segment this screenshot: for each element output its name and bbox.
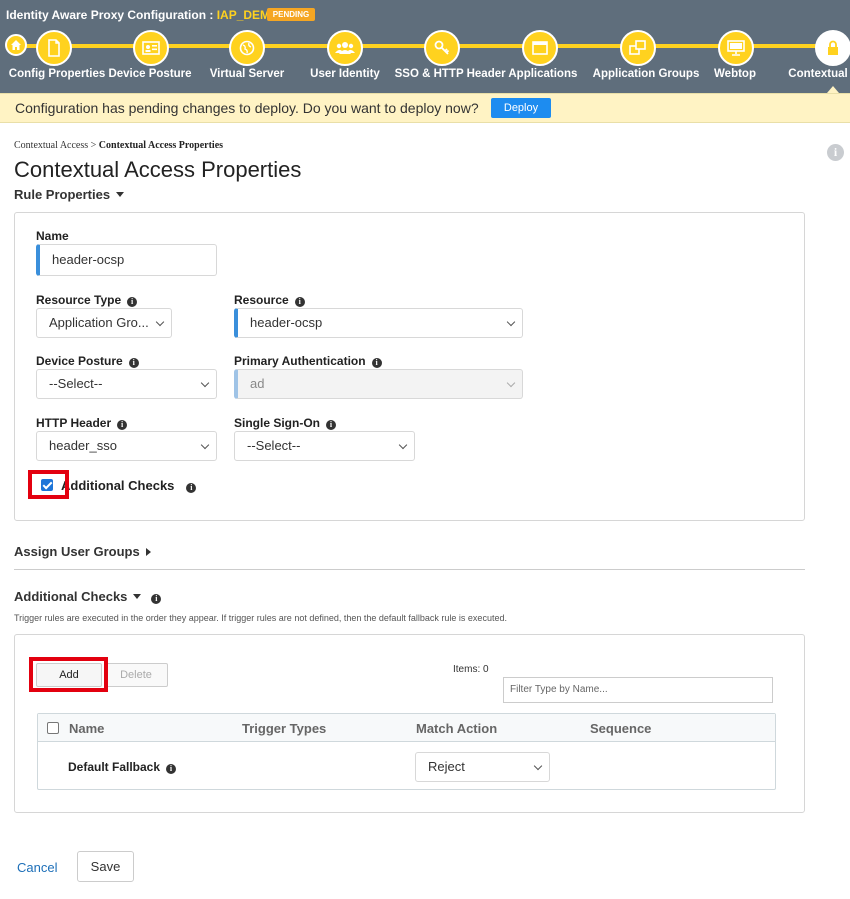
step-device-posture-icon[interactable] (133, 30, 169, 66)
info-icon: i (117, 420, 128, 430)
chevron-down-icon (200, 440, 210, 450)
additional-checks-description: Trigger rules are executed in the order … (14, 613, 507, 623)
info-icon: i (166, 764, 177, 774)
caret-down-icon (133, 594, 142, 599)
divider (14, 569, 805, 570)
chevron-down-icon (533, 761, 543, 771)
step-application-groups-icon[interactable] (522, 30, 558, 66)
name-label: Name (36, 229, 69, 243)
additional-checks-label: Additional Checks i (61, 478, 197, 493)
info-icon: i (151, 594, 162, 604)
primary-authentication-select: ad (234, 369, 523, 399)
chevron-down-icon (155, 317, 165, 327)
http-header-select[interactable]: header_sso (36, 431, 217, 461)
info-icon: i (128, 358, 139, 368)
match-action-select[interactable]: Reject (415, 752, 550, 782)
step-contextual[interactable]: Contextual (788, 68, 847, 80)
chevron-down-icon (398, 440, 408, 450)
triggers-table: Name Trigger Types Match Action Sequence… (37, 713, 776, 790)
cancel-link[interactable]: Cancel (17, 860, 57, 875)
info-icon: i (186, 483, 197, 493)
info-icon: i (294, 297, 305, 307)
chevron-down-icon (506, 317, 516, 327)
step-current-lock-icon[interactable] (815, 30, 850, 66)
step-webtop-icon[interactable] (620, 30, 656, 66)
http-header-label: HTTP Header i (36, 416, 128, 430)
caret-right-icon (145, 548, 151, 556)
table-header: Name Trigger Types Match Action Sequence (38, 714, 775, 742)
wizard-title: Identity Aware Proxy Configuration : IAP… (6, 8, 280, 22)
step-webtop[interactable]: Webtop (714, 68, 756, 80)
delete-button[interactable]: Delete (104, 663, 168, 687)
step-device-posture[interactable]: Device Posture (108, 68, 191, 80)
select-all-checkbox[interactable] (47, 722, 59, 734)
save-button[interactable]: Save (77, 851, 134, 882)
page-title: Contextual Access Properties (14, 157, 302, 182)
filter-input[interactable]: Filter Type by Name... (503, 677, 773, 703)
highlight-box (28, 470, 69, 499)
step-config-properties-icon[interactable] (36, 30, 72, 66)
device-posture-label: Device Posture i (36, 354, 139, 368)
home-icon[interactable] (5, 34, 27, 56)
single-sign-on-select[interactable]: --Select-- (234, 431, 415, 461)
additional-checks-toggle[interactable]: Additional Checks i (14, 589, 162, 604)
info-icon: i (326, 420, 336, 430)
assign-user-groups-toggle[interactable]: Assign User Groups (14, 544, 151, 559)
resource-type-select[interactable]: Application Gro... (36, 308, 172, 338)
caret-down-icon (116, 192, 125, 197)
resource-type-label: Resource Type i (36, 293, 138, 307)
column-match-action[interactable]: Match Action (416, 721, 497, 736)
deploy-button[interactable]: Deploy (491, 98, 551, 118)
resource-select[interactable]: header-ocsp (234, 308, 523, 338)
wizard-header: Identity Aware Proxy Configuration : IAP… (0, 0, 850, 93)
step-virtual-server-icon[interactable] (229, 30, 265, 66)
step-application-groups[interactable]: Application Groups (593, 68, 700, 80)
step-sso-http-icon[interactable] (424, 30, 460, 66)
resource-label: Resource i (234, 293, 305, 307)
column-sequence[interactable]: Sequence (590, 721, 651, 736)
step-user-identity[interactable]: User Identity (310, 68, 380, 80)
primary-authentication-label: Primary Authentication i (234, 354, 382, 368)
rule-properties-toggle[interactable]: Rule Properties (14, 187, 125, 202)
name-input[interactable]: header-ocsp (36, 244, 217, 276)
info-icon[interactable]: i (827, 144, 844, 161)
device-posture-select[interactable]: --Select-- (36, 369, 217, 399)
step-contextual-icon[interactable] (718, 30, 754, 66)
pending-changes-banner: Configuration has pending changes to dep… (0, 93, 850, 123)
breadcrumb-current: Contextual Access Properties (98, 140, 224, 151)
single-sign-on-label: Single Sign-On i (234, 416, 336, 430)
info-icon: i (127, 297, 138, 307)
banner-message: Configuration has pending changes to dep… (15, 100, 479, 116)
chevron-down-icon (200, 378, 210, 388)
breadcrumb: Contextual Access > Contextual Access Pr… (14, 140, 224, 151)
step-sso-http-header-applications[interactable]: SSO & HTTP Header Applications (395, 68, 578, 80)
column-name[interactable]: Name (69, 721, 104, 736)
current-step-indicator (827, 86, 839, 93)
table-row-name: Default Fallback i (68, 760, 177, 774)
chevron-down-icon (506, 378, 516, 388)
column-trigger-types[interactable]: Trigger Types (242, 721, 326, 736)
step-user-identity-icon[interactable] (327, 30, 363, 66)
items-count: Items: 0 (453, 664, 489, 675)
breadcrumb-parent[interactable]: Contextual Access (14, 140, 88, 151)
highlight-box (29, 657, 108, 692)
info-icon: i (371, 358, 382, 368)
step-config-properties[interactable]: Config Properties (9, 68, 105, 80)
step-virtual-server[interactable]: Virtual Server (210, 68, 285, 80)
status-badge: PENDING (267, 8, 315, 21)
